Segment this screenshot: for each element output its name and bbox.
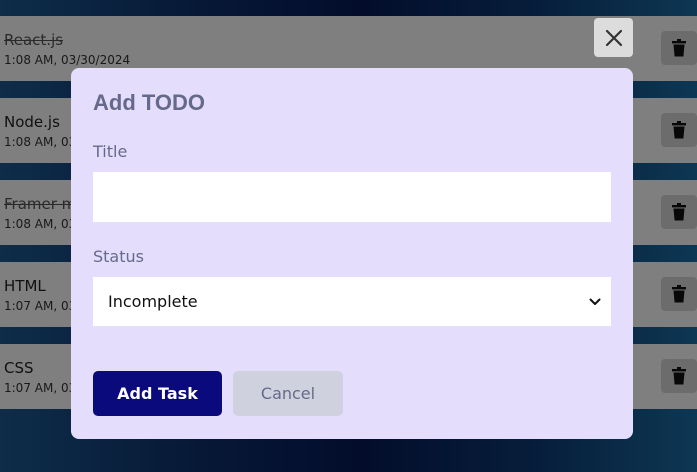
modal-title: Add TODO — [93, 90, 206, 115]
status-select-value: Incomplete — [108, 292, 198, 311]
close-modal-button[interactable] — [594, 18, 633, 57]
title-input[interactable] — [93, 172, 611, 222]
chevron-down-icon — [589, 298, 601, 305]
add-todo-modal: Add TODO Title Status Incomplete Add Tas… — [71, 68, 633, 439]
close-icon — [605, 29, 622, 46]
status-select[interactable]: Incomplete — [93, 277, 611, 326]
status-label: Status — [93, 247, 144, 266]
title-label: Title — [93, 142, 128, 161]
cancel-button[interactable]: Cancel — [233, 371, 343, 416]
add-task-button[interactable]: Add Task — [93, 371, 222, 416]
